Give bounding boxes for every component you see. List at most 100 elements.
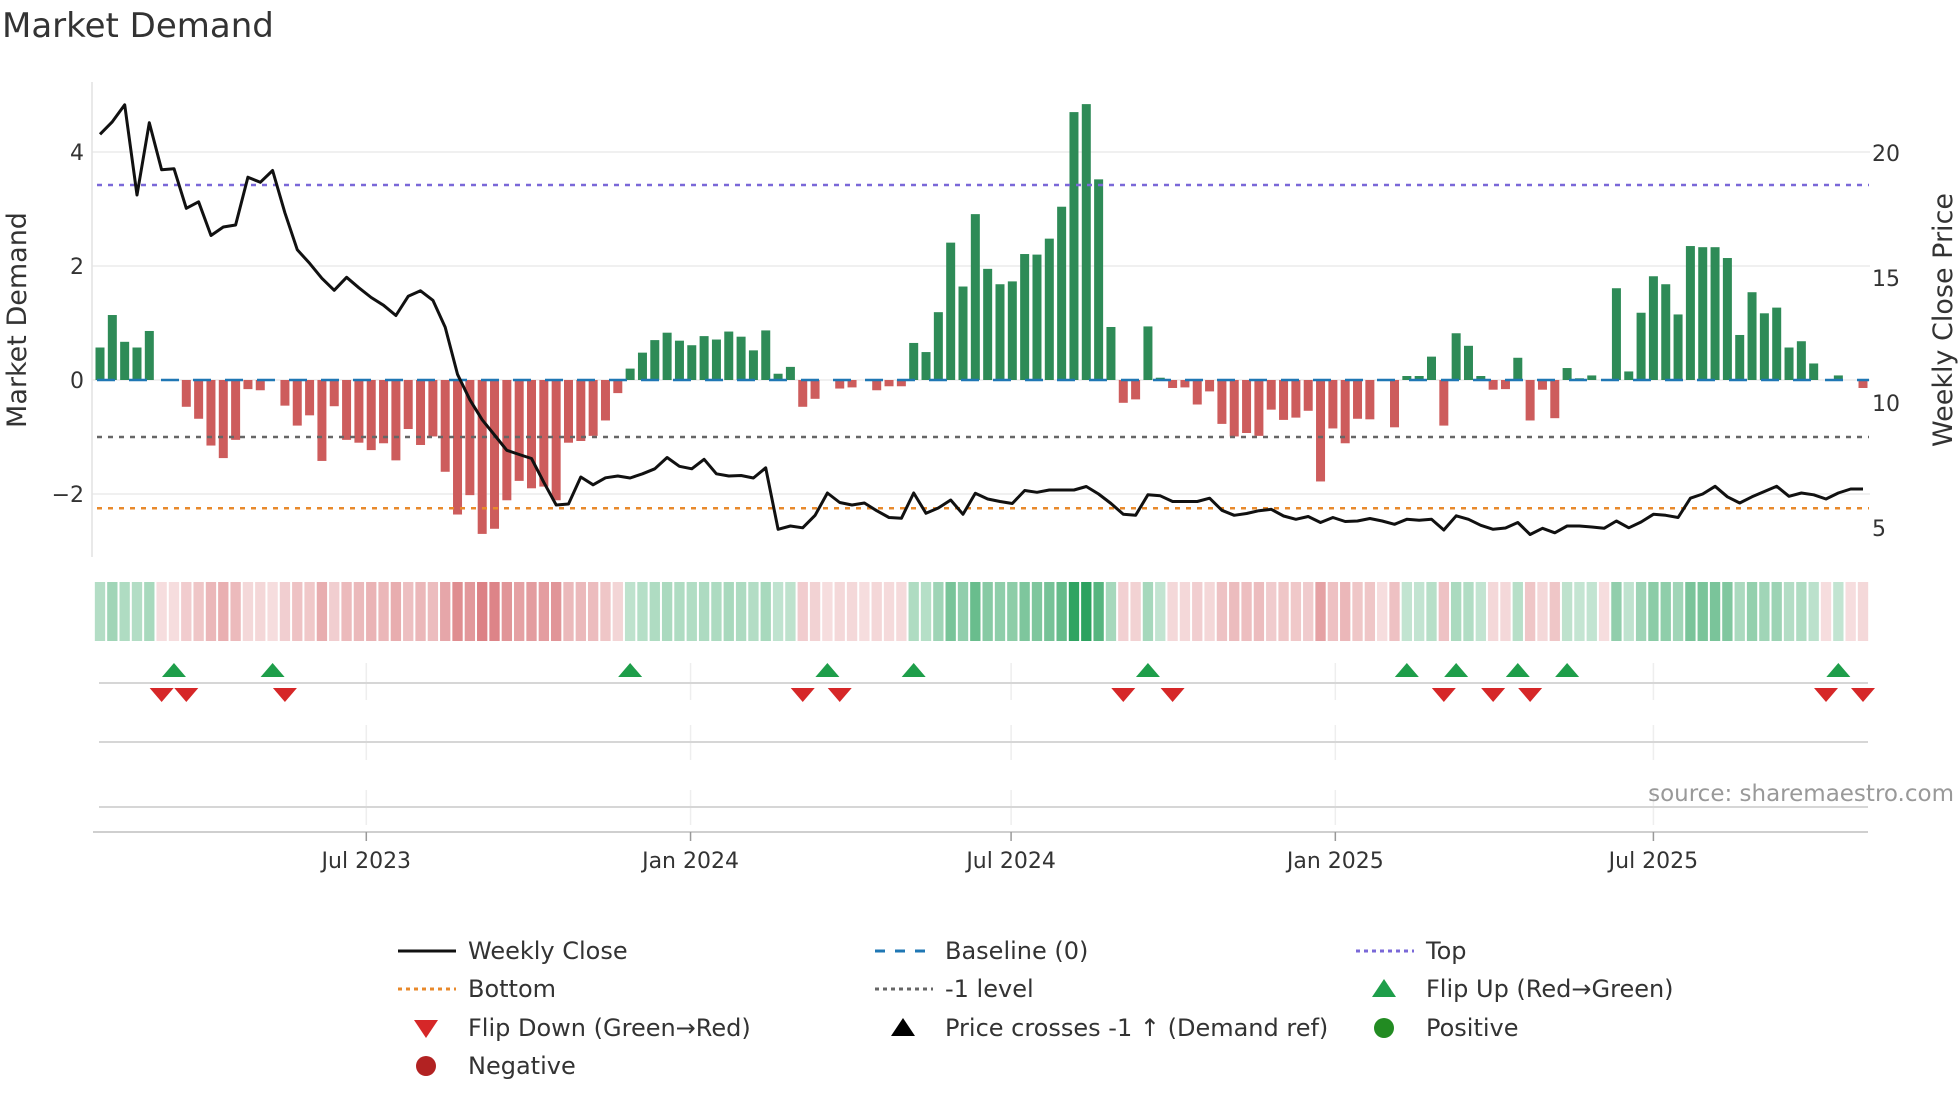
demand-bar [563,380,573,443]
demand-strip-cell [255,582,266,641]
demand-bar [1081,104,1091,381]
demand-bar [379,380,389,444]
demand-bar [736,336,746,380]
demand-strip-cell [1019,582,1030,641]
flip-up-marker [1505,663,1530,677]
legend-triangle-down-icon [414,1020,438,1038]
demand-bar [1673,314,1683,380]
demand-strip-cell [1524,582,1536,641]
demand-strip-cell [1463,582,1474,641]
demand-bar [1044,238,1054,380]
demand-bar [1242,380,1252,434]
demand-strip-cell [1685,582,1696,641]
demand-bar [490,380,500,529]
demand-strip-cell [1315,582,1326,641]
demand-strip-cell [822,582,833,641]
demand-strip-cell [1167,582,1178,641]
demand-strip-cell [452,582,463,641]
demand-bar [600,380,610,421]
demand-strip-cell [550,582,562,641]
demand-bar [1562,368,1572,380]
demand-strip-cell [514,582,525,641]
demand-bar [1796,341,1806,380]
flip-down-marker [1851,688,1875,702]
demand-strip-cell [600,582,611,641]
demand-strip-cell [1623,582,1634,641]
demand-bar [884,380,894,387]
flip-up-marker [618,663,643,677]
flip-up-marker [1394,663,1419,677]
demand-bar [1106,326,1116,380]
demand-strip-cell [1426,582,1437,641]
demand-strip-cell [1709,582,1721,641]
flip-up-marker [260,663,285,677]
demand-bar [1488,380,1498,390]
demand-bar [958,286,968,380]
demand-strip-cell [624,582,636,641]
demand-bar [1365,380,1375,420]
demand-bar [1279,380,1289,420]
demand-bar [354,380,364,443]
demand-bar [1069,112,1079,380]
demand-bar [453,380,463,515]
flip-down-marker [790,688,815,702]
demand-strip-cell [1450,582,1462,641]
demand-strip-cell [378,582,389,641]
legend-label: Negative [468,1052,576,1080]
flip-down-marker [1518,688,1543,702]
demand-bar [280,380,290,406]
demand-strip-cell [1734,582,1745,641]
flip-up-marker [161,663,186,677]
demand-strip-cell [205,582,217,641]
flip-up-marker [815,663,840,677]
demand-bar [95,347,105,380]
demand-bar [366,380,376,451]
demand-strip-cell [1438,582,1449,641]
demand-bar [1353,380,1363,419]
demand-strip-cell [1352,582,1363,641]
demand-strip-cell [1672,582,1684,641]
flip-down-marker [1111,688,1136,702]
weekly-close-line [98,103,1863,536]
demand-strip-cell [107,582,118,641]
demand-strip-cell [859,582,870,641]
demand-strip-cell [316,582,328,641]
demand-strip-cell [1327,582,1339,641]
demand-bar [625,368,635,380]
demand-strip-cell [366,582,377,641]
demand-bar [946,242,956,380]
demand-strip-cell [1377,582,1388,641]
demand-strip-cell [1278,582,1289,641]
demand-bar [1722,258,1732,380]
demand-bar [1205,380,1215,392]
flip-down-marker [827,688,852,702]
legend-item: Baseline (0) [875,937,1088,965]
demand-strip-cell [1081,582,1092,641]
flip-down-marker [174,688,199,702]
demand-bar [1735,334,1745,380]
demand-strip-cell [1783,582,1795,641]
demand-bar [1661,284,1671,380]
demand-strip-cell [945,582,956,641]
demand-bar [711,339,721,380]
legend-item: Weekly Close [398,937,628,965]
legend-label: -1 level [945,975,1034,1003]
y-tick-label: 0 [70,369,84,394]
demand-bar [551,380,561,501]
demand-bar [255,380,265,391]
demand-strip-cell [1118,582,1129,641]
demand-strip-cell [871,582,882,641]
demand-bar [1020,254,1030,380]
demand-bar [1636,312,1646,380]
demand-strip-cell [1845,582,1856,641]
demand-bar [132,347,142,380]
demand-bar [1439,380,1449,426]
demand-strip-cell [686,582,697,641]
demand-strip-cell [168,582,180,641]
demand-strip-cell [896,582,907,641]
legend-item: Top [1356,937,1467,965]
legend-item: Positive [1374,1014,1519,1042]
demand-bar [416,380,426,445]
legend-item: Price crosses -1 ↑ (Demand ref) [891,1014,1328,1042]
demand-strip-cell [279,582,291,641]
